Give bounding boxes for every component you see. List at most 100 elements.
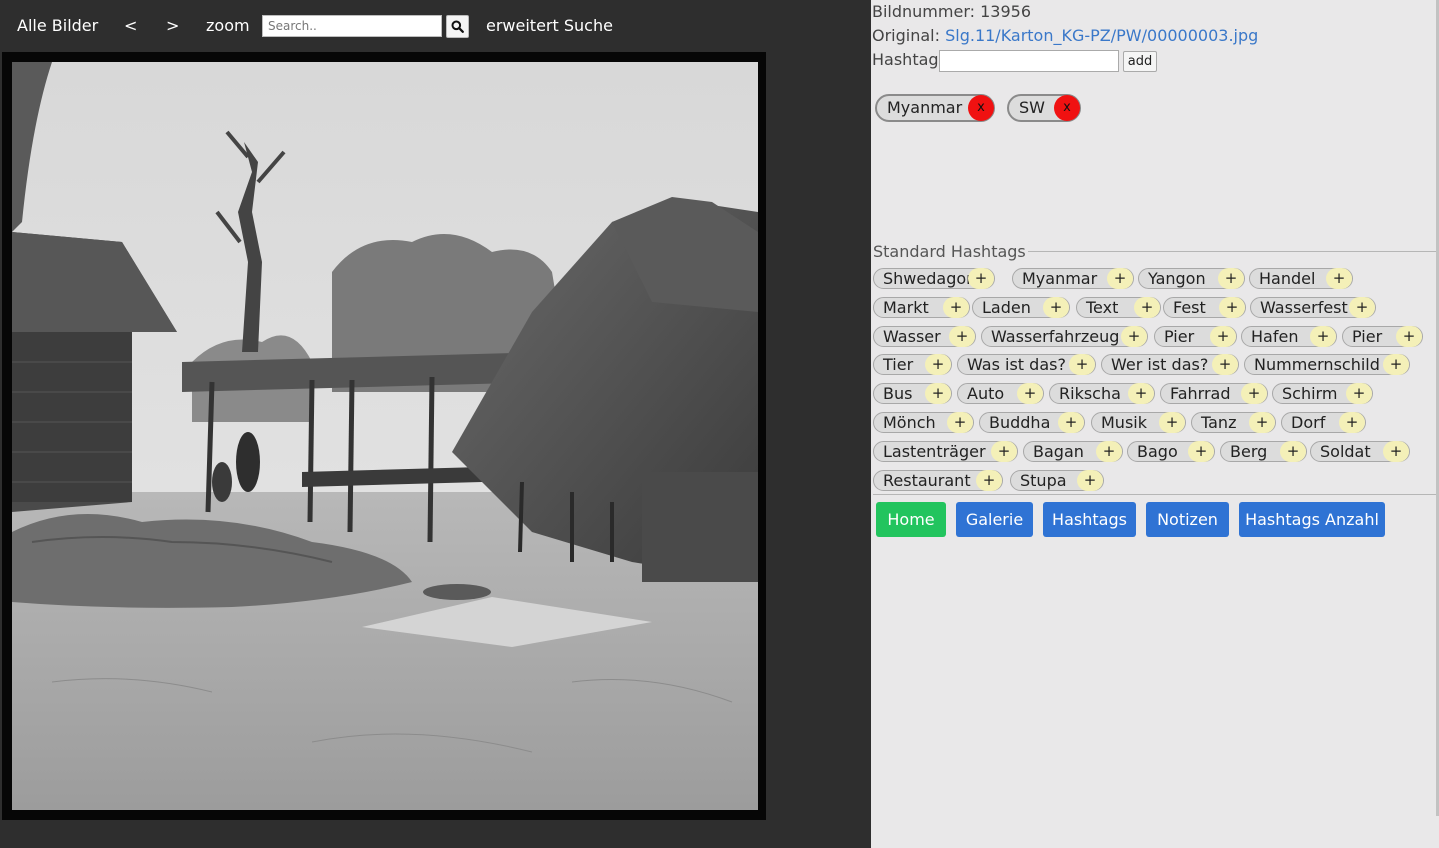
add-standard-hashtag-button[interactable]: + (943, 297, 969, 318)
standard-hashtag-chip[interactable]: Auto + (957, 383, 1044, 404)
add-hashtag-button[interactable]: add (1123, 51, 1157, 72)
hashtag-input[interactable] (939, 50, 1119, 72)
add-standard-hashtag-button[interactable]: + (1077, 470, 1103, 491)
standard-hashtag-chip[interactable]: Fahrrad + (1160, 383, 1268, 404)
standard-hashtag-chip[interactable]: Berg + (1220, 441, 1307, 462)
add-standard-hashtag-button[interactable]: + (1017, 383, 1043, 404)
standard-hashtag-chip[interactable]: Restaurant + (873, 470, 1003, 491)
standard-hashtag-chip[interactable]: Handel + (1249, 268, 1353, 289)
standard-hashtag-chip[interactable]: Lastenträger + (873, 441, 1018, 462)
add-standard-hashtag-button[interactable]: + (1396, 326, 1422, 347)
advanced-search-link[interactable]: erweitert Suche (486, 16, 613, 36)
standard-hashtag-chip[interactable]: Bus + (873, 383, 952, 404)
standard-hashtag-label: Dorf (1291, 413, 1326, 432)
add-standard-hashtag-button[interactable]: + (1134, 297, 1160, 318)
add-standard-hashtag-button[interactable]: + (1159, 412, 1185, 433)
add-standard-hashtag-button[interactable]: + (1069, 354, 1095, 375)
standard-hashtag-chip[interactable]: Wer ist das? + (1101, 354, 1239, 375)
add-standard-hashtag-button[interactable]: + (1326, 268, 1352, 289)
original-label: Original: (872, 26, 940, 45)
standard-hashtag-chip[interactable]: Pier + (1154, 326, 1237, 347)
notes-button[interactable]: Notizen (1146, 502, 1229, 537)
add-standard-hashtag-button[interactable]: + (1280, 441, 1306, 462)
search-input[interactable] (262, 15, 442, 37)
add-standard-hashtag-button[interactable]: + (1096, 441, 1122, 462)
standard-hashtag-label: Bago (1137, 442, 1178, 461)
standard-hashtag-chip[interactable]: Nummernschild + (1244, 354, 1410, 375)
add-standard-hashtag-button[interactable]: + (947, 412, 973, 433)
add-standard-hashtag-button[interactable]: + (1107, 268, 1133, 289)
add-standard-hashtag-button[interactable]: + (1383, 441, 1409, 462)
add-standard-hashtag-button[interactable]: + (1121, 326, 1147, 347)
home-button[interactable]: Home (876, 502, 946, 537)
standard-hashtag-chip[interactable]: Pier + (1342, 326, 1423, 347)
original-file-link[interactable]: Slg.11/Karton_KG-PZ/PW/00000003.jpg (945, 26, 1258, 45)
remove-tag-button[interactable]: x (968, 95, 994, 121)
standard-hashtag-chip[interactable]: Soldat + (1310, 441, 1410, 462)
standard-hashtag-chip[interactable]: Text + (1076, 297, 1161, 318)
standard-hashtag-chip[interactable]: Shwedagon + (873, 268, 995, 289)
add-standard-hashtag-button[interactable]: + (1241, 383, 1267, 404)
standard-hashtag-chip[interactable]: Buddha + (979, 412, 1085, 433)
add-standard-hashtag-button[interactable]: + (1339, 412, 1365, 433)
hashtag-count-button[interactable]: Hashtags Anzahl (1239, 502, 1385, 537)
add-standard-hashtag-button[interactable]: + (1043, 297, 1069, 318)
add-standard-hashtag-button[interactable]: + (1219, 297, 1245, 318)
add-standard-hashtag-button[interactable]: + (1346, 383, 1372, 404)
village-photo[interactable] (12, 62, 758, 810)
add-standard-hashtag-button[interactable]: + (1188, 441, 1214, 462)
add-standard-hashtag-button[interactable]: + (949, 326, 975, 347)
standard-hashtag-chip[interactable]: Wasserfest + (1250, 297, 1376, 318)
add-standard-hashtag-button[interactable]: + (925, 383, 951, 404)
standard-hashtag-chip[interactable]: Rikscha + (1049, 383, 1155, 404)
add-standard-hashtag-button[interactable]: + (976, 470, 1002, 491)
next-image-link[interactable]: > (166, 16, 179, 36)
add-standard-hashtag-button[interactable]: + (968, 268, 994, 289)
add-standard-hashtag-button[interactable]: + (1218, 268, 1244, 289)
image-number-row: Bildnummer: 13956 (872, 2, 1031, 22)
search-button[interactable] (446, 15, 469, 38)
standard-hashtag-chip[interactable]: Tanz + (1191, 412, 1276, 433)
hashtags-button[interactable]: Hashtags (1043, 502, 1136, 537)
standard-hashtag-label: Bus (883, 384, 913, 403)
standard-hashtag-chip[interactable]: Myanmar + (1012, 268, 1134, 289)
zoom-link[interactable]: zoom (206, 16, 250, 36)
standard-hashtag-chip[interactable]: Was ist das? + (957, 354, 1096, 375)
standard-hashtag-label: Wasserfahrzeug (991, 327, 1120, 346)
add-standard-hashtag-button[interactable]: + (1310, 326, 1336, 347)
remove-tag-button[interactable]: x (1054, 95, 1080, 121)
gallery-button[interactable]: Galerie (956, 502, 1033, 537)
standard-hashtag-chip[interactable]: Tier + (873, 354, 952, 375)
previous-image-link[interactable]: < (124, 16, 137, 36)
standard-hashtag-chip[interactable]: Wasser + (873, 326, 976, 347)
add-standard-hashtag-button[interactable]: + (1212, 354, 1238, 375)
standard-hashtag-chip[interactable]: Dorf + (1281, 412, 1366, 433)
standard-hashtag-chip[interactable]: Laden + (972, 297, 1070, 318)
standard-hashtag-chip[interactable]: Bagan + (1023, 441, 1123, 462)
standard-hashtag-chip[interactable]: Schirm + (1272, 383, 1373, 404)
add-standard-hashtag-button[interactable]: + (1128, 383, 1154, 404)
standard-hashtag-chip[interactable]: Markt + (873, 297, 970, 318)
standard-hashtag-chip[interactable]: Mönch + (873, 412, 974, 433)
add-standard-hashtag-button[interactable]: + (1058, 412, 1084, 433)
standard-hashtags-bottom-divider (873, 494, 1437, 495)
standard-hashtag-label: Bagan (1033, 442, 1084, 461)
all-images-link[interactable]: Alle Bilder (17, 16, 98, 36)
add-standard-hashtag-button[interactable]: + (1249, 412, 1275, 433)
standard-hashtag-label: Was ist das? (967, 355, 1066, 374)
standard-hashtag-chip[interactable]: Yangon + (1138, 268, 1245, 289)
add-standard-hashtag-button[interactable]: + (925, 354, 951, 375)
add-standard-hashtag-button[interactable]: + (1349, 297, 1375, 318)
standard-hashtag-chip[interactable]: Wasserfahrzeug + (981, 326, 1148, 347)
standard-hashtag-chip[interactable]: Stupa + (1010, 470, 1104, 491)
add-standard-hashtag-button[interactable]: + (1210, 326, 1236, 347)
standard-hashtag-label: Fest (1173, 298, 1206, 317)
standard-hashtag-chip[interactable]: Fest + (1163, 297, 1246, 318)
add-standard-hashtag-button[interactable]: + (1383, 354, 1409, 375)
standard-hashtag-chip[interactable]: Musik + (1091, 412, 1186, 433)
add-standard-hashtag-button[interactable]: + (991, 441, 1017, 462)
standard-hashtag-chip[interactable]: Hafen + (1241, 326, 1337, 347)
standard-hashtag-label: Berg (1230, 442, 1268, 461)
standard-hashtag-chip[interactable]: Bago + (1127, 441, 1215, 462)
current-tag: SW x (1007, 94, 1081, 122)
